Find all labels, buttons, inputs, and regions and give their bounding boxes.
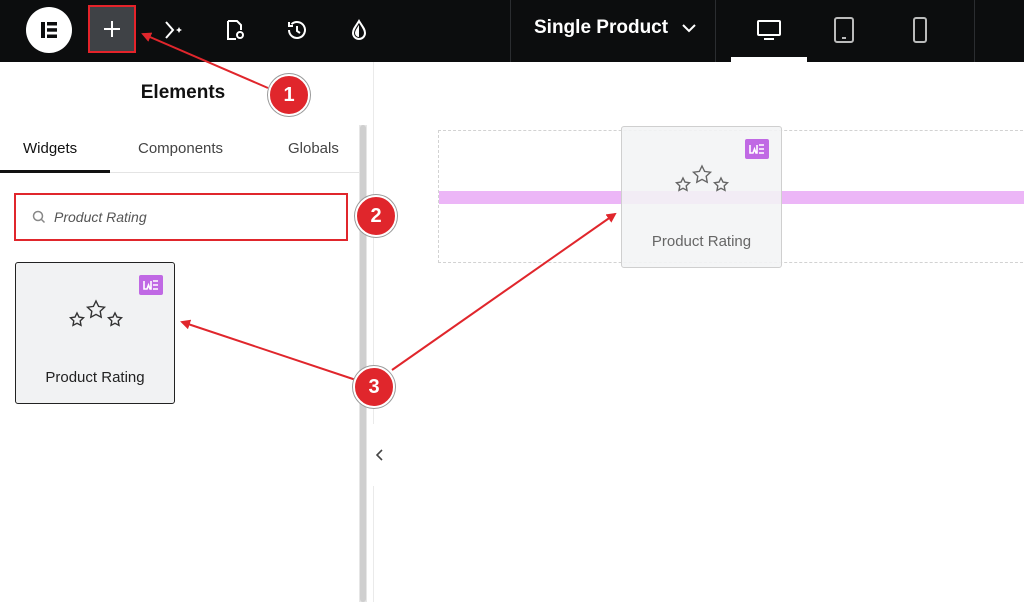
tab-widgets[interactable]: Widgets	[23, 140, 77, 157]
callout-3: 3	[353, 366, 395, 408]
collapse-panel-button[interactable]	[368, 424, 392, 486]
topbar-divider	[510, 0, 511, 62]
device-mobile-button[interactable]	[898, 12, 942, 48]
add-element-button[interactable]	[88, 5, 136, 53]
panel-title: Elements	[140, 82, 226, 103]
callout-2: 2	[355, 195, 397, 237]
dragged-widget[interactable]: Product Rating	[621, 126, 782, 268]
top-bar: Single Product	[0, 0, 1024, 62]
canvas-edge	[373, 62, 374, 602]
pro-badge-icon	[745, 139, 769, 159]
ai-button[interactable]	[154, 10, 194, 50]
page-selector[interactable]: Single Product	[534, 17, 696, 39]
active-device-indicator	[731, 57, 807, 62]
device-desktop-button[interactable]	[747, 12, 791, 48]
tab-globals[interactable]: Globals	[288, 140, 339, 157]
history-button[interactable]	[277, 10, 317, 50]
widget-label: Product Rating	[651, 233, 752, 250]
stars-icon	[674, 164, 730, 192]
widget-label: Product Rating	[45, 369, 145, 386]
plus-icon	[104, 21, 120, 37]
callout-1: 1	[268, 74, 310, 116]
mobile-icon	[913, 17, 927, 43]
page-selector-label: Single Product	[534, 17, 669, 38]
topbar-divider	[974, 0, 975, 62]
stars-icon	[68, 299, 124, 327]
history-icon	[288, 21, 306, 39]
elementor-logo-icon[interactable]	[26, 7, 72, 53]
desktop-icon	[757, 20, 781, 40]
widget-search-input[interactable]: Product Rating	[14, 193, 348, 241]
search-value: Product Rating	[54, 209, 147, 225]
chevron-left-icon	[376, 449, 383, 461]
search-icon	[32, 210, 46, 224]
chevron-down-icon	[682, 24, 696, 33]
tablet-icon	[834, 17, 854, 43]
topbar-divider	[715, 0, 716, 62]
product-rating-widget[interactable]: Product Rating	[15, 262, 175, 404]
device-tablet-button[interactable]	[822, 12, 866, 48]
site-settings-button[interactable]	[339, 10, 379, 50]
tab-components[interactable]: Components	[138, 140, 223, 157]
pro-badge-icon	[139, 275, 163, 295]
ai-sparkle-icon	[165, 21, 182, 39]
page-settings-button[interactable]	[215, 10, 255, 50]
theme-style-icon	[351, 19, 367, 40]
active-tab-indicator	[0, 170, 110, 173]
page-settings-icon	[227, 20, 244, 40]
